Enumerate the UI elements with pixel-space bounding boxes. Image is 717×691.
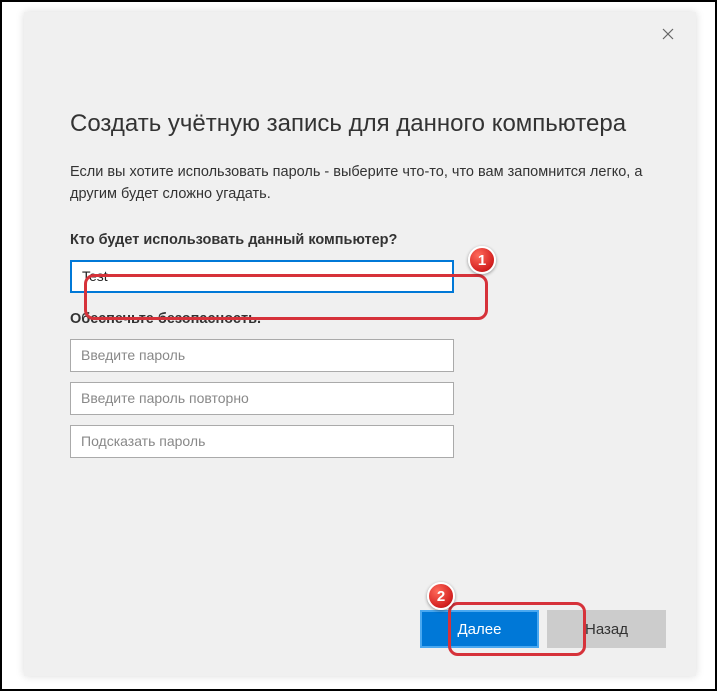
password-confirm-input[interactable]	[70, 382, 454, 415]
close-button[interactable]	[654, 20, 682, 48]
password-input[interactable]	[70, 339, 454, 372]
page-subtitle: Если вы хотите использовать пароль - выб…	[70, 162, 650, 206]
dialog-footer: Далее Назад	[420, 610, 666, 648]
dialog-window: Создать учётную запись для данного компь…	[24, 12, 696, 676]
dialog-content: Создать учётную запись для данного компь…	[24, 12, 696, 458]
security-label: Обеспечьте безопасность.	[70, 311, 650, 327]
username-input[interactable]	[70, 260, 454, 293]
annotation-badge-2: 2	[427, 582, 455, 610]
username-label: Кто будет использовать данный компьютер?	[70, 232, 650, 248]
username-wrap	[70, 260, 650, 293]
password-hint-input[interactable]	[70, 425, 454, 458]
close-icon	[662, 28, 674, 40]
security-group	[70, 339, 650, 458]
back-button[interactable]: Назад	[547, 610, 666, 648]
page-title: Создать учётную запись для данного компь…	[70, 110, 650, 138]
next-button[interactable]: Далее	[420, 610, 539, 648]
